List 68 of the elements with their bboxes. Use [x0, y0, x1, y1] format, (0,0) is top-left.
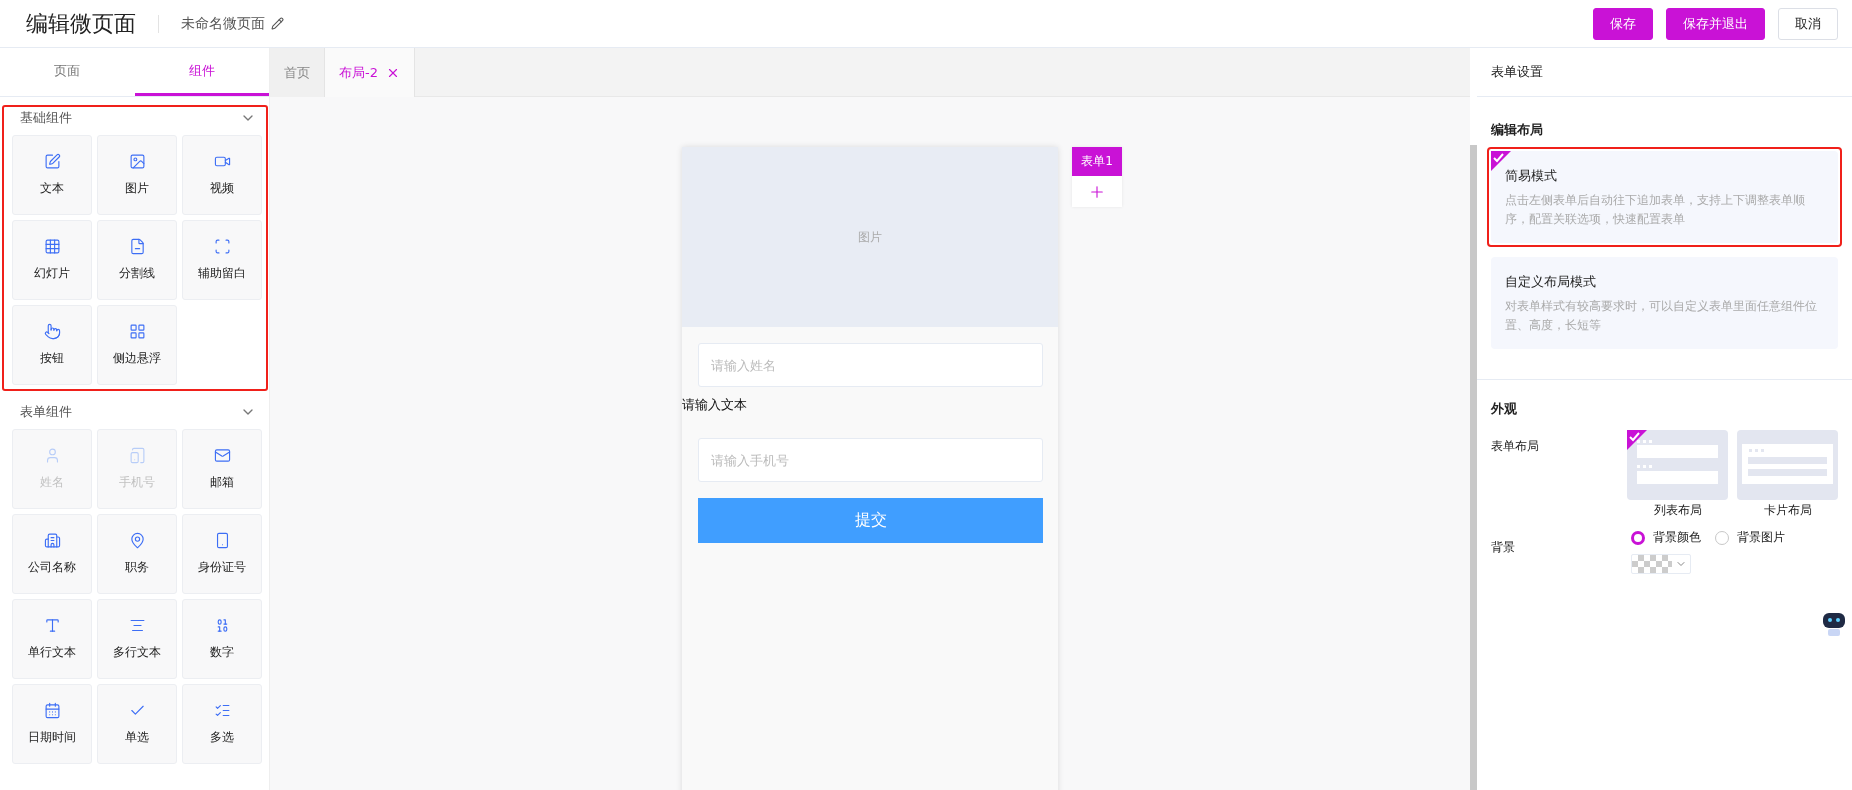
component-tile[interactable]: 公司名称 [12, 514, 92, 594]
mode-description: 对表单样式有较高要求时，可以自定义表单里面任意组件位置、高度，长短等 [1505, 298, 1818, 334]
mode-title: 自定义布局模式 [1505, 273, 1597, 291]
four-squares-icon [128, 323, 146, 340]
component-tile[interactable]: 数字 [182, 599, 262, 679]
color-picker[interactable] [1631, 554, 1691, 574]
group-title: 表单组件 [20, 403, 72, 421]
scrollbar[interactable] [1470, 145, 1477, 790]
mode-title: 简易模式 [1505, 167, 1558, 185]
input-field[interactable]: 请输入姓名 [698, 343, 1043, 387]
layout-label: 列表布局 [1653, 502, 1702, 519]
group-title: 基础组件 [20, 109, 72, 127]
component-tile[interactable]: 辅助留白 [182, 220, 262, 300]
list-layout-option[interactable] [1627, 430, 1728, 500]
section-title: 编辑布局 [1491, 121, 1544, 139]
form-tab[interactable]: 表单1 [1072, 147, 1122, 176]
component-tile[interactable]: 邮箱 [182, 429, 262, 509]
grid-icon [43, 238, 61, 255]
mail-icon [213, 447, 231, 464]
tablet-icon [128, 447, 146, 464]
component-tile[interactable]: 身份证号 [182, 514, 262, 594]
cancel-button[interactable]: 取消 [1778, 7, 1838, 40]
section-title: 外观 [1491, 400, 1518, 418]
component-tile[interactable]: 幻灯片 [12, 220, 92, 300]
component-tile[interactable]: 单选 [97, 684, 177, 764]
radio-option[interactable]: 背景颜色 [1631, 529, 1701, 546]
component-tile[interactable]: 单行文本 [12, 599, 92, 679]
image-caption: 图片 [858, 228, 882, 246]
frame-corners-icon [213, 238, 231, 255]
text-lines-icon [128, 617, 146, 634]
map-pin-icon [128, 532, 146, 549]
mode-card[interactable]: 简易模式 点击左侧表单后自动往下追加表单，支持上下调整表单顺序，配置关联选项，快速配置表单 [1491, 151, 1838, 243]
component-tile[interactable]: 侧边悬浮 [97, 305, 177, 385]
mode-card[interactable]: 自定义布局模式 对表单样式有较高要求时，可以自定义表单里面任意组件位置、高度，长短等 [1491, 257, 1838, 349]
calendar-icon [43, 702, 61, 719]
page-name: 未命名微页面 [181, 14, 265, 33]
check-corner-icon [1627, 430, 1647, 450]
component-tile[interactable]: 图片 [97, 135, 177, 215]
component-tile[interactable]: 职务 [97, 514, 177, 594]
checklist-icon [213, 702, 231, 719]
field-label: 表单布局 [1491, 438, 1540, 455]
layout-label: 卡片布局 [1763, 502, 1812, 519]
component-tile[interactable]: 多选 [182, 684, 262, 764]
edit-icon[interactable] [271, 17, 284, 30]
component-tile[interactable]: 按钮 [12, 305, 92, 385]
page-title: 编辑微页面 [26, 9, 136, 38]
component-tile[interactable]: 视频 [182, 135, 262, 215]
file-icon [128, 238, 146, 255]
edit-icon [43, 153, 61, 170]
panel-title: 表单设置 [1491, 63, 1543, 81]
text-label: 请输入文本 [682, 396, 747, 414]
hand-pointer-icon [43, 323, 61, 340]
input-field[interactable]: 请输入手机号 [698, 438, 1043, 482]
field-label: 背景 [1491, 539, 1516, 556]
mode-description: 点击左侧表单后自动往下追加表单，支持上下调整表单顺序，配置关联选项，快速配置表单 [1505, 192, 1806, 228]
editor-tab[interactable]: 布局-2 [325, 48, 415, 97]
primary-button[interactable]: 保存并退出 [1666, 7, 1765, 40]
sidebar-tab[interactable]: 页面 [0, 48, 135, 96]
text-icon [43, 617, 61, 634]
add-button[interactable] [1072, 176, 1122, 207]
radio-option[interactable]: 背景图片 [1715, 529, 1785, 546]
component-tile[interactable]: 多行文本 [97, 599, 177, 679]
component-tile[interactable]: 文本 [12, 135, 92, 215]
component-tile[interactable]: 分割线 [97, 220, 177, 300]
component-tile[interactable]: 日期时间 [12, 684, 92, 764]
image-icon [128, 153, 146, 170]
building-icon [43, 532, 61, 549]
primary-button[interactable]: 保存 [1593, 7, 1653, 40]
